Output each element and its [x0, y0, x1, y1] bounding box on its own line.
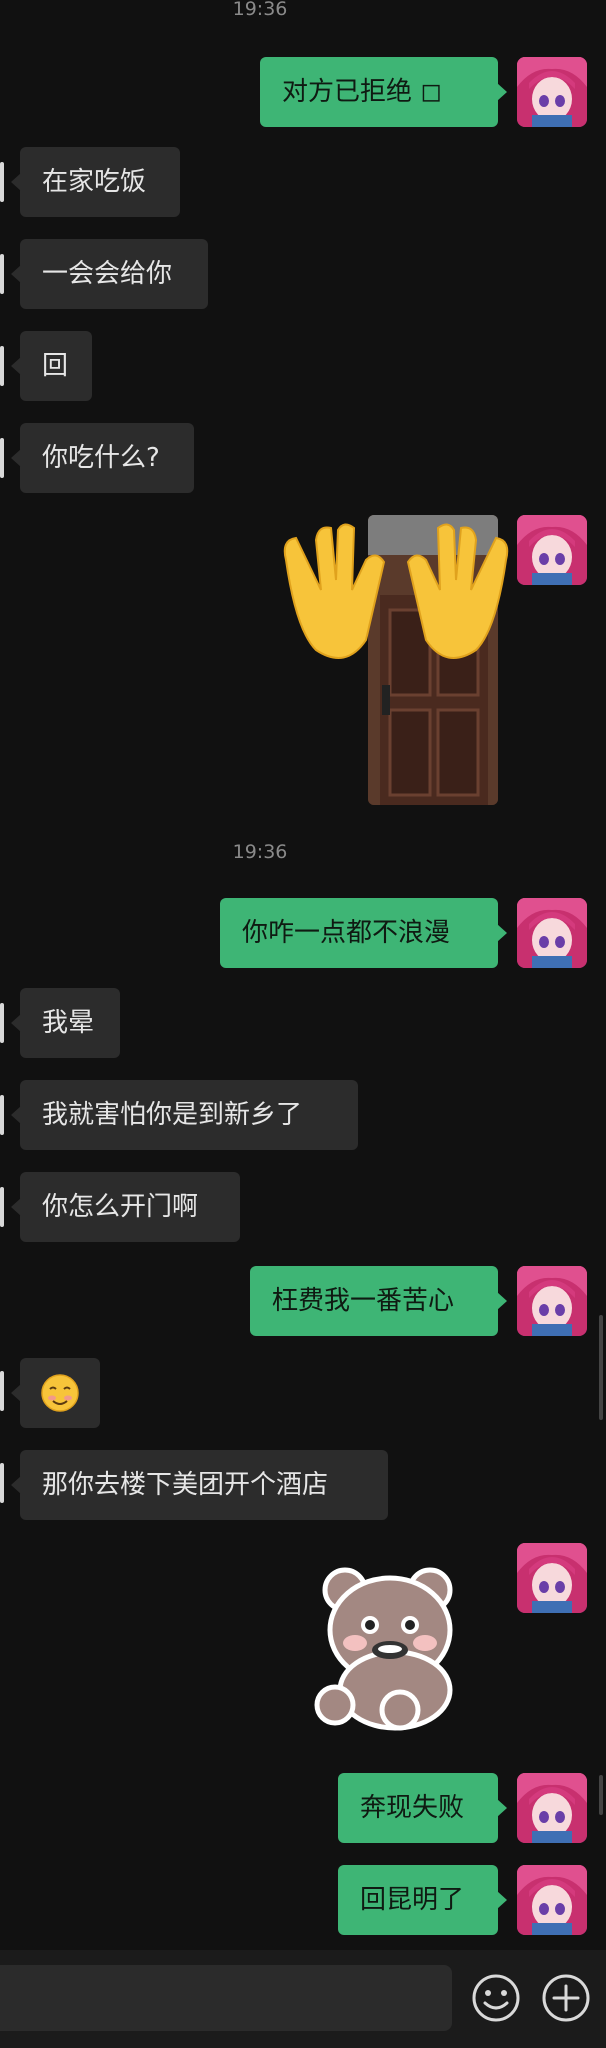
message-bubble-incoming[interactable]: 一会会给你 [11, 239, 208, 309]
incoming-marker [0, 162, 4, 202]
avatar-icon [517, 57, 587, 127]
avatar-icon [517, 898, 587, 968]
scrollbar-thumb[interactable] [599, 1315, 603, 1420]
avatar-icon [517, 515, 587, 585]
message-bubble-outgoing[interactable]: 枉费我一番苦心 [250, 1266, 507, 1336]
user-avatar[interactable] [517, 1543, 587, 1613]
avatar-icon [517, 1865, 587, 1935]
crying-bear-sticker[interactable] [300, 1555, 480, 1735]
message-bubble-incoming-emoji[interactable] [11, 1358, 100, 1428]
timestamp: 19:36 [232, 0, 288, 20]
incoming-marker [0, 1463, 4, 1503]
message-bubble-incoming[interactable]: 我晕 [11, 988, 120, 1058]
incoming-marker [0, 438, 4, 478]
scrollbar-thumb[interactable] [599, 1775, 603, 1815]
avatar-icon [517, 1773, 587, 1843]
message-bubble-incoming[interactable]: 你怎么开门啊 [11, 1172, 240, 1242]
user-avatar[interactable] [517, 57, 587, 127]
user-avatar[interactable] [517, 1266, 587, 1336]
incoming-marker [0, 254, 4, 294]
message-bubble-incoming[interactable]: 回 [11, 331, 92, 401]
message-bubble-outgoing[interactable]: 对方已拒绝 ◻ [260, 57, 507, 127]
timestamp: 19:36 [232, 841, 288, 863]
message-bubble-outgoing[interactable]: 你咋一点都不浪漫 [220, 898, 507, 968]
raising-hands-emoji [283, 523, 509, 659]
plus-icon[interactable] [538, 1970, 594, 2026]
smile-icon[interactable] [468, 1970, 524, 2026]
incoming-marker [0, 346, 4, 386]
user-avatar[interactable] [517, 1773, 587, 1843]
message-bubble-incoming[interactable]: 那你去楼下美团开个酒店 [11, 1450, 388, 1520]
avatar-icon [517, 1543, 587, 1613]
message-input[interactable] [0, 1965, 452, 2031]
message-bubble-incoming[interactable]: 我就害怕你是到新乡了 [11, 1080, 358, 1150]
incoming-marker [0, 1187, 4, 1227]
message-bubble-incoming[interactable]: 你吃什么? [11, 423, 194, 493]
user-avatar[interactable] [517, 1865, 587, 1935]
incoming-marker [0, 1095, 4, 1135]
incoming-marker [0, 1003, 4, 1043]
smiling-face-emoji [41, 1374, 79, 1412]
message-bubble-outgoing[interactable]: 奔现失败 [338, 1773, 507, 1843]
message-bubble-outgoing[interactable]: 回昆明了 [338, 1865, 507, 1935]
user-avatar[interactable] [517, 898, 587, 968]
user-avatar[interactable] [517, 515, 587, 585]
incoming-marker [0, 1371, 4, 1411]
message-bubble-incoming[interactable]: 在家吃饭 [11, 147, 180, 217]
avatar-icon [517, 1266, 587, 1336]
